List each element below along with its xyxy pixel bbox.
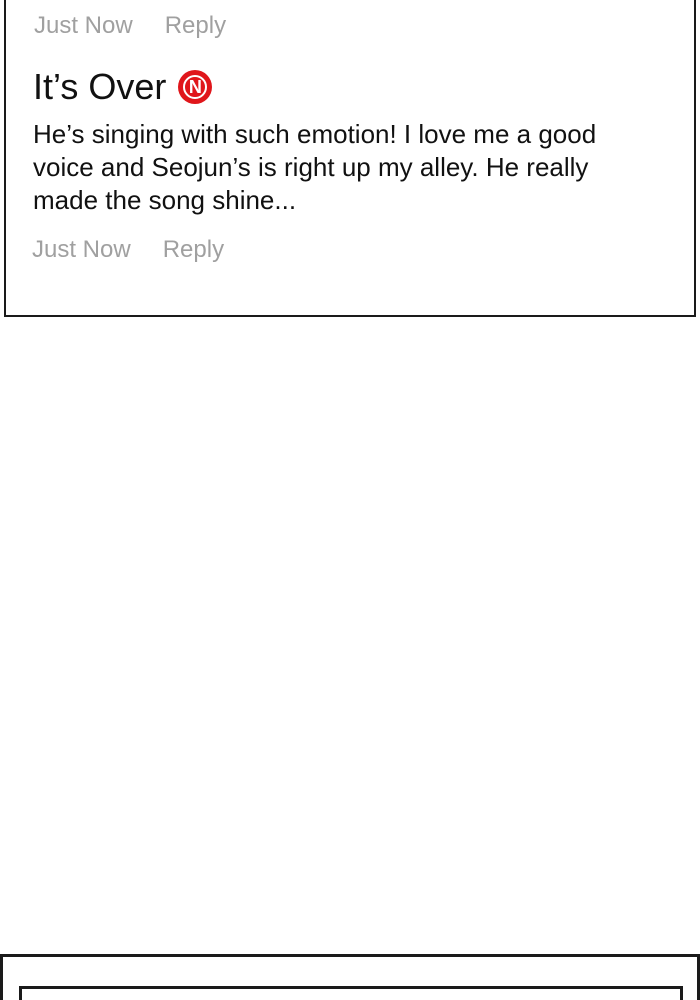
- reply-button[interactable]: Reply: [163, 236, 224, 264]
- comment-text: He’s singing with such emotion! I love m…: [33, 119, 597, 215]
- badge-label: N: [188, 77, 202, 97]
- comment-header: It’s Over N: [33, 64, 663, 110]
- reply-button[interactable]: Reply: [165, 12, 226, 40]
- comment-author: It’s Over: [33, 66, 167, 107]
- webtoon-page: Just Now Reply It’s Over N He’s singing …: [0, 0, 700, 1000]
- comment-meta-row: Just Now Reply: [32, 236, 224, 264]
- next-panel-inner-frame: [19, 986, 683, 1000]
- comments-panel: Just Now Reply It’s Over N He’s singing …: [4, 0, 696, 317]
- comment-item: It’s Over N He’s singing with such emoti…: [33, 64, 663, 217]
- comment-timestamp: Just Now: [32, 236, 131, 263]
- comment-meta-row: Just Now Reply: [34, 12, 226, 40]
- new-badge-icon: N: [178, 70, 213, 104]
- next-panel-frame: [0, 954, 700, 1000]
- comment-timestamp: Just Now: [34, 12, 133, 39]
